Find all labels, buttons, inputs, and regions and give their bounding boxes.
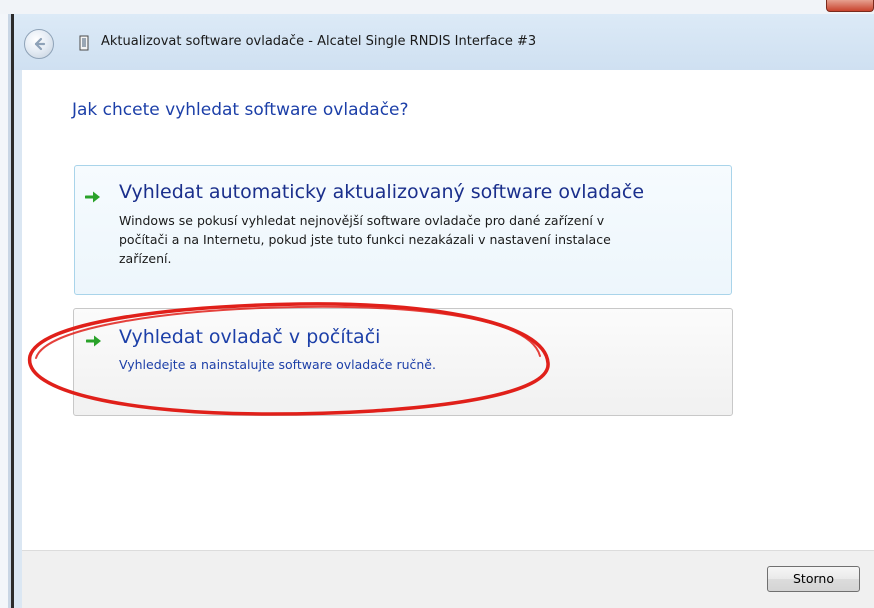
window-title: Aktualizovat software ovladače - Alcatel…: [101, 34, 537, 49]
option-description-line: počítači a na Internetu, pokud jste tuto…: [119, 232, 611, 247]
wizard-footer: [22, 550, 874, 608]
green-arrow-icon: [86, 335, 101, 347]
page-heading: Jak chcete vyhledat software ovladače?: [72, 100, 409, 120]
window-top-edge: [0, 0, 874, 14]
option-description: Windows se pokusí vyhledat nejnovější so…: [119, 211, 719, 268]
cancel-button[interactable]: Storno: [767, 566, 860, 592]
network-device-icon: [79, 35, 89, 51]
option-description-line: Windows se pokusí vyhledat nejnovější so…: [119, 213, 605, 228]
window-left-border: [0, 14, 14, 608]
option-description-line: zařízení.: [119, 251, 172, 266]
search-automatically-option[interactable]: Vyhledat automaticky aktualizovaný softw…: [74, 165, 732, 295]
back-button[interactable]: [24, 29, 54, 59]
browse-computer-option[interactable]: Vyhledat ovladač v počítači Vyhledejte a…: [73, 308, 733, 416]
option-description: Vyhledejte a nainstalujte software ovlad…: [119, 355, 719, 374]
back-arrow-icon: [34, 37, 46, 51]
green-arrow-icon: [85, 191, 100, 203]
option-description-line: Vyhledejte a nainstalujte software ovlad…: [119, 357, 436, 372]
option-title: Vyhledat ovladač v počítači: [119, 326, 381, 348]
close-button[interactable]: [826, 0, 874, 12]
option-title: Vyhledat automaticky aktualizovaný softw…: [119, 181, 645, 203]
